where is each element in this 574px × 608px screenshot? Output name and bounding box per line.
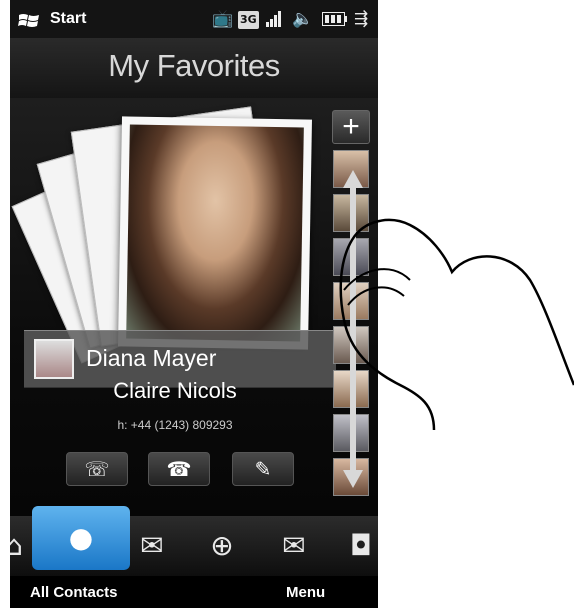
overlay-avatar — [34, 339, 74, 379]
featured-contact-photo[interactable] — [118, 116, 312, 350]
tab-email[interactable]: ✉ — [274, 524, 314, 568]
featured-contact-name: Claire Nicols — [113, 378, 237, 403]
finger-gesture-illustration — [339, 218, 574, 431]
call-home-icon: ☎ — [166, 457, 192, 481]
menu-softkey[interactable]: Menu — [286, 584, 325, 601]
camera-icon: ◘ — [349, 529, 373, 562]
home-icon: ⌂ — [10, 529, 23, 562]
tab-bar: ⌂ ● ✉ ⊕ ✉ ◘ — [10, 506, 378, 576]
call-contact-button[interactable]: ☏ — [66, 452, 128, 486]
sync-icon[interactable]: ⇶ — [354, 10, 368, 28]
tab-messages[interactable]: ✉ — [134, 524, 170, 568]
globe-icon: ⊕ — [210, 529, 234, 562]
start-button[interactable]: Start — [50, 10, 86, 28]
tv-icon: 📺 — [212, 9, 234, 29]
phone-screen: Start 📺 3G 🔈 ⇶ My Favorites Diana Mayer … — [10, 0, 378, 608]
battery-icon — [322, 12, 347, 26]
status-bar: Start 📺 3G 🔈 ⇶ — [10, 0, 378, 38]
tab-camera[interactable]: ◘ — [344, 524, 378, 568]
send-message-button[interactable]: ✎ — [232, 452, 294, 486]
tab-home[interactable]: ⌂ — [10, 524, 26, 568]
page-title: My Favorites — [108, 48, 280, 83]
speaker-icon[interactable]: 🔈 — [292, 10, 313, 28]
all-contacts-softkey[interactable]: All Contacts — [30, 584, 118, 601]
envelope-icon: ✉ — [282, 529, 306, 562]
message-icon: ✉ — [140, 529, 164, 562]
3g-icon: 3G — [238, 11, 259, 29]
signal-icon — [266, 11, 281, 27]
compose-icon: ✎ — [254, 457, 272, 481]
add-favorite-button[interactable]: + — [332, 110, 370, 144]
featured-contact-phone[interactable]: h: +44 (1243) 809293 — [10, 418, 340, 432]
title-area: My Favorites — [10, 38, 378, 98]
softkey-bar: All Contacts Menu — [10, 576, 378, 608]
person-icon: ● — [68, 521, 94, 554]
call-home-button[interactable]: ☎ — [148, 452, 210, 486]
tab-internet[interactable]: ⊕ — [202, 524, 242, 568]
phone-list-icon: ☏ — [84, 457, 110, 481]
windows-logo-icon[interactable] — [18, 12, 40, 28]
overlay-contact-name: Diana Mayer — [86, 345, 217, 371]
tab-people[interactable]: ● — [32, 506, 130, 570]
